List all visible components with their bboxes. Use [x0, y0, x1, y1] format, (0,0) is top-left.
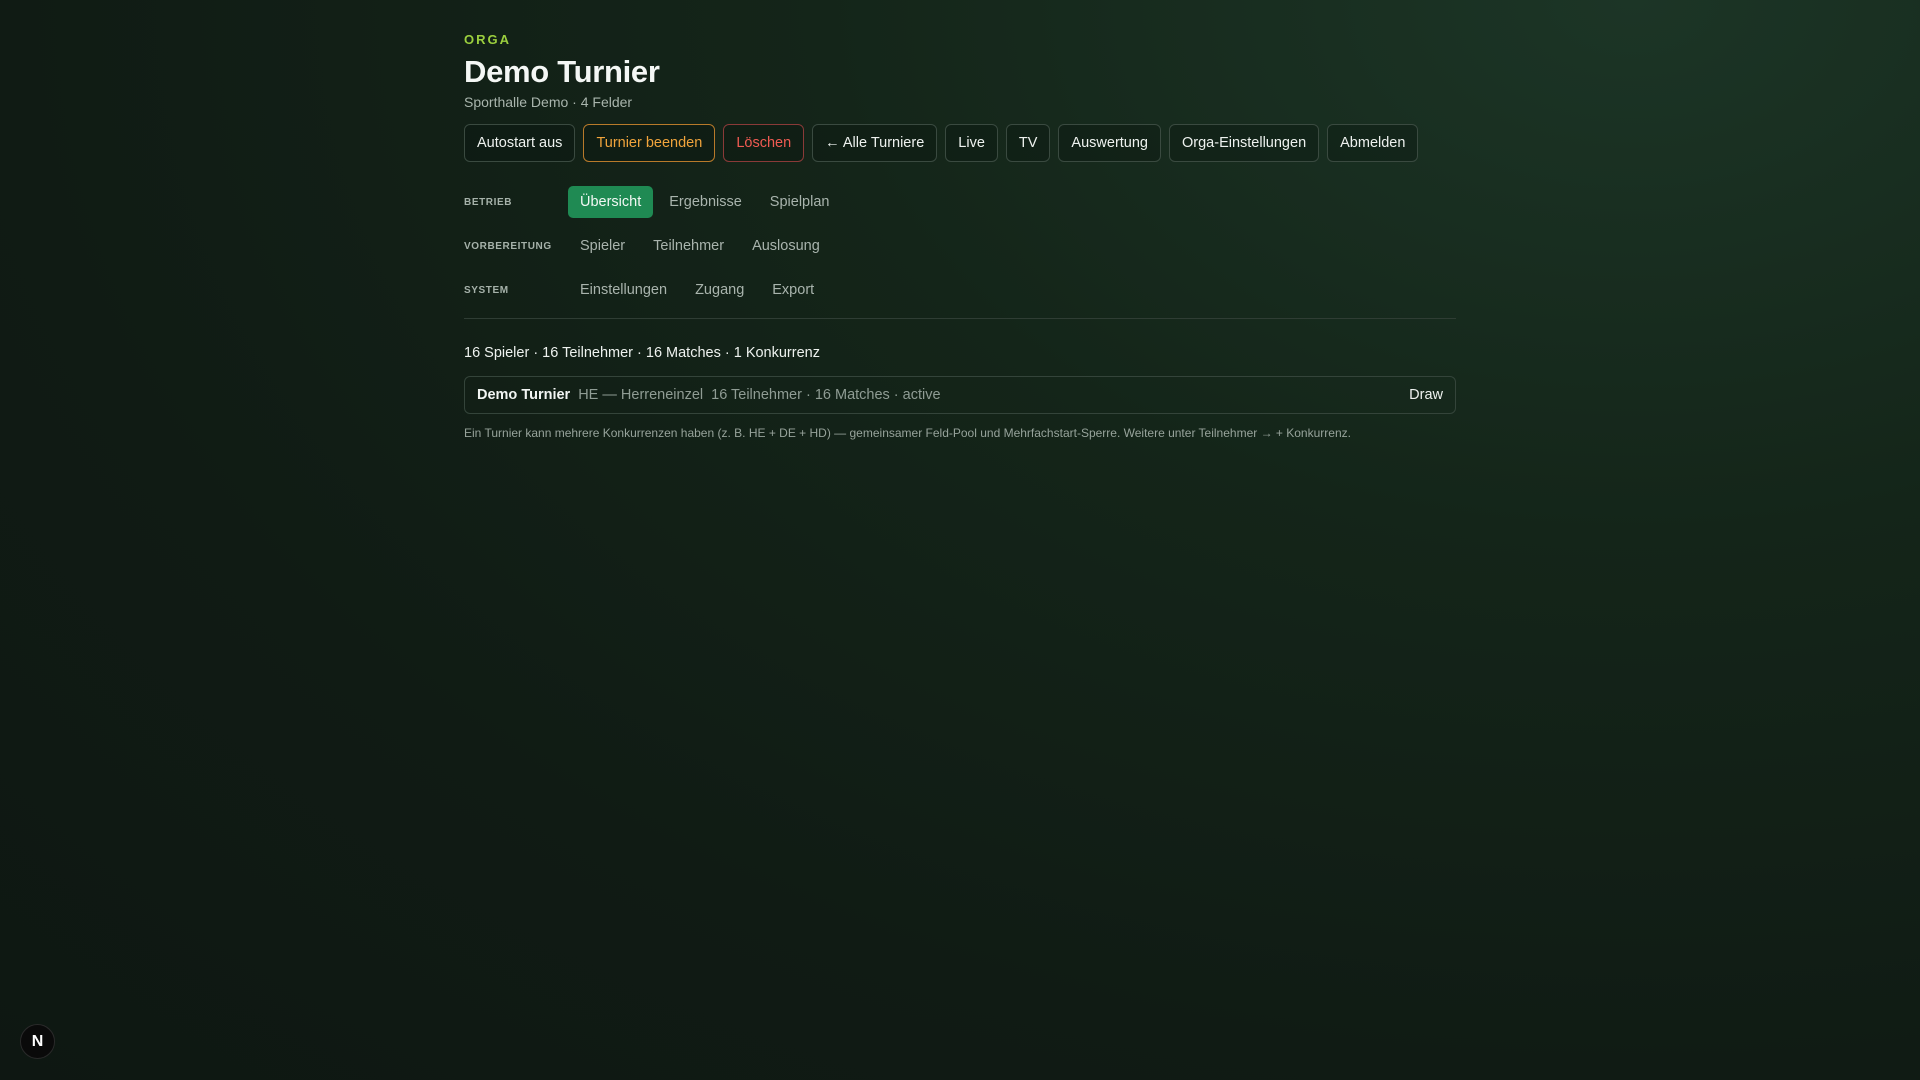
page-title: Demo Turnier	[464, 54, 660, 89]
nav-group-vorbereitung: VORBEREITUNG Spieler Teilnehmer Auslosun…	[464, 230, 1456, 262]
nav-group-label: VORBEREITUNG	[464, 240, 552, 252]
end-tournament-button[interactable]: Turnier beenden	[583, 124, 716, 162]
all-tournaments-button[interactable]: ← Alle Turniere	[812, 124, 938, 162]
nav-group-label: SYSTEM	[464, 284, 509, 296]
nav-item-export[interactable]: Export	[760, 274, 826, 306]
competition-stats: 16 Teilnehmer · 16 Matches · active	[711, 387, 941, 403]
page-container: ORGA Demo Turnier Sporthalle Demo · 4 Fe…	[464, 0, 1456, 440]
logout-button[interactable]: Abmelden	[1327, 124, 1419, 162]
nav-item-uebersicht[interactable]: Übersicht	[568, 186, 654, 218]
hint-text: Ein Turnier kann mehrere Konkurrenzen ha…	[464, 426, 1351, 440]
competition-name: Demo Turnier	[477, 387, 571, 403]
nav-item-auslosung[interactable]: Auslosung	[740, 230, 832, 262]
badge-letter: N	[31, 1032, 44, 1050]
competition-type: HE — Herreneinzel	[578, 387, 704, 403]
evaluation-button[interactable]: Auswertung	[1058, 124, 1161, 162]
section-eyebrow: ORGA	[464, 32, 511, 47]
section-nav: BETRIEB Übersicht Ergebnisse Spielplan V…	[464, 186, 1456, 306]
nav-group-label: BETRIEB	[464, 196, 513, 208]
action-bar: Autostart aus Turnier beenden Löschen ← …	[464, 124, 1456, 162]
nav-items: Einstellungen Zugang Export	[568, 274, 826, 306]
nav-items: Spieler Teilnehmer Auslosung	[568, 230, 832, 262]
nav-item-spielplan[interactable]: Spielplan	[758, 186, 842, 218]
nav-group-betrieb: BETRIEB Übersicht Ergebnisse Spielplan	[464, 186, 1456, 218]
tournament-summary: 16 Spieler · 16 Teilnehmer · 16 Matches …	[464, 345, 820, 361]
page-subtitle: Sporthalle Demo · 4 Felder	[464, 94, 633, 110]
nav-items: Übersicht Ergebnisse Spielplan	[568, 186, 841, 218]
nav-item-spieler[interactable]: Spieler	[568, 230, 637, 262]
tv-button[interactable]: TV	[1005, 124, 1051, 162]
competition-row[interactable]: Demo Turnier HE — Herreneinzel 16 Teilne…	[464, 376, 1456, 414]
delete-button[interactable]: Löschen	[723, 124, 805, 162]
autostart-button[interactable]: Autostart aus	[464, 124, 576, 162]
divider	[464, 318, 1456, 319]
nav-item-ergebnisse[interactable]: Ergebnisse	[657, 186, 754, 218]
nav-group-system: SYSTEM Einstellungen Zugang Export	[464, 274, 1456, 306]
nav-item-teilnehmer[interactable]: Teilnehmer	[641, 230, 736, 262]
nav-item-einstellungen[interactable]: Einstellungen	[568, 274, 679, 306]
nextjs-logo-icon[interactable]: N	[20, 1024, 55, 1059]
draw-link[interactable]: Draw	[1409, 387, 1443, 403]
nav-item-zugang[interactable]: Zugang	[683, 274, 756, 306]
orga-settings-button[interactable]: Orga-Einstellungen	[1169, 124, 1320, 162]
live-button[interactable]: Live	[945, 124, 998, 162]
